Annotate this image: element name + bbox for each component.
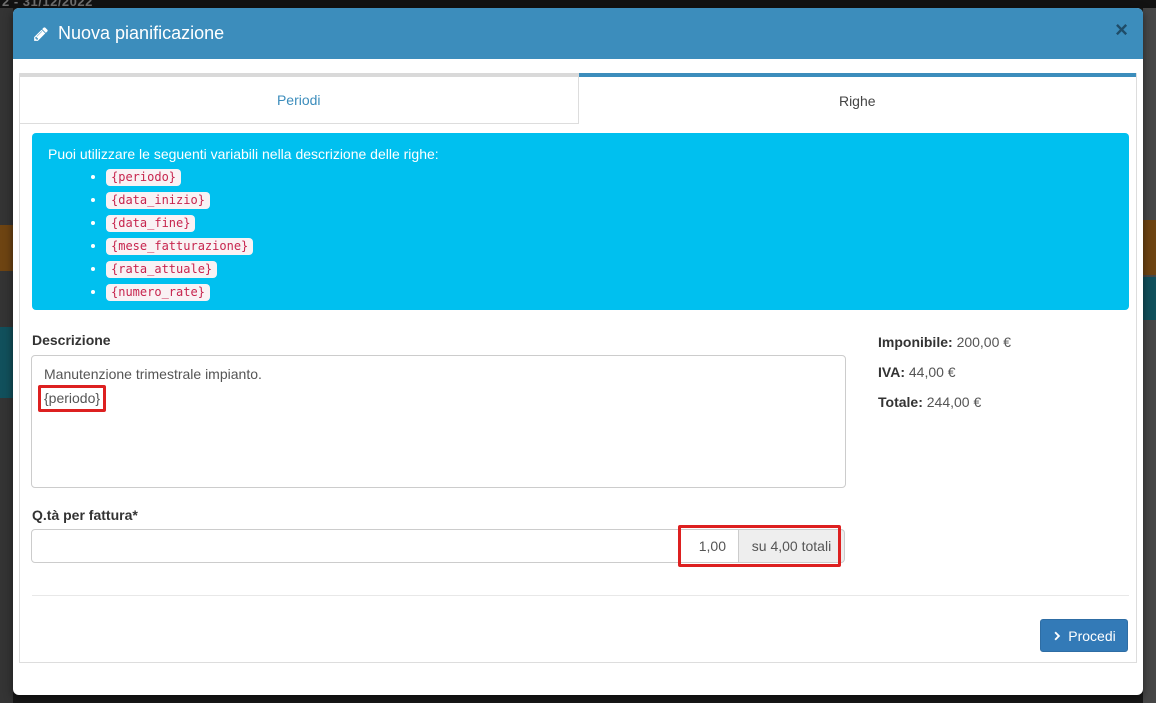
proceed-button-label: Procedi	[1068, 628, 1115, 644]
variable-chip: {mese_fatturazione}	[106, 238, 253, 255]
list-item: {mese_fatturazione}	[106, 237, 1113, 255]
backdrop-fragment	[0, 327, 13, 398]
modal-title-text: Nuova pianificazione	[58, 23, 224, 44]
quantity-label: Q.tà per fattura*	[32, 507, 138, 523]
total-value: 44,00 €	[909, 364, 956, 380]
total-label: Totale	[878, 394, 927, 410]
tab-periodi-label: Periodi	[277, 92, 321, 108]
total-row-iva: IVA44,00 €	[878, 363, 1011, 382]
description-line: Manutenzione trimestrale impianto.	[44, 364, 833, 385]
list-item: {periodo}	[106, 168, 1113, 186]
backdrop-left-strip	[0, 8, 13, 703]
quantity-addon: su 4,00 totali	[739, 529, 845, 563]
backdrop-date-fragment: 2 - 31/12/2022	[2, 0, 93, 8]
description-textarea[interactable]: Manutenzione trimestrale impianto. {peri…	[31, 355, 846, 488]
total-row-imponibile: Imponibile200,00 €	[878, 333, 1011, 352]
quantity-input[interactable]	[31, 529, 739, 563]
backdrop-right-strip	[1143, 8, 1156, 703]
description-variable-token: {periodo}	[44, 390, 100, 406]
variable-chip: {data_inizio}	[106, 192, 210, 209]
quantity-input-group: su 4,00 totali	[31, 529, 845, 563]
variable-chip: {periodo}	[106, 169, 181, 186]
backdrop-fragment	[1143, 220, 1156, 275]
pencil-icon	[33, 26, 49, 42]
info-box-intro: Puoi utilizzare le seguenti variabili ne…	[48, 146, 1113, 162]
chevron-right-icon	[1052, 630, 1062, 642]
tab-righe-label: Righe	[839, 93, 876, 109]
total-label: Imponibile	[878, 334, 957, 350]
tab-bar: Periodi Righe	[20, 73, 1136, 124]
list-item: {numero_rate}	[106, 283, 1113, 301]
modal-header: Nuova pianificazione ×	[13, 8, 1143, 59]
total-row-totale: Totale244,00 €	[878, 393, 1011, 412]
list-item: {rata_attuale}	[106, 260, 1113, 278]
variables-info-box: Puoi utilizzare le seguenti variabili ne…	[32, 133, 1129, 310]
modal-title: Nuova pianificazione	[33, 23, 224, 44]
tab-righe[interactable]: Righe	[579, 73, 1137, 124]
description-label: Descrizione	[32, 332, 111, 348]
close-icon[interactable]: ×	[1115, 19, 1128, 41]
total-label: IVA	[878, 364, 909, 380]
list-item: {data_fine}	[106, 214, 1113, 232]
list-item: {data_inizio}	[106, 191, 1113, 209]
backdrop-fragment	[1143, 277, 1156, 320]
backdrop-fragment	[0, 225, 13, 271]
footer-divider	[32, 595, 1129, 596]
totals-summary: Imponibile200,00 € IVA44,00 € Totale244,…	[878, 333, 1011, 423]
backdrop-top-strip: 2 - 31/12/2022	[0, 0, 1156, 8]
description-line: {periodo}	[44, 385, 833, 412]
variable-chip: {rata_attuale}	[106, 261, 217, 278]
tab-panel: Periodi Righe Puoi utilizzare le seguent…	[19, 73, 1137, 663]
proceed-button[interactable]: Procedi	[1040, 619, 1128, 652]
new-planning-modal: Nuova pianificazione × Periodi Righe Puo…	[13, 8, 1143, 695]
variable-chip: {numero_rate}	[106, 284, 210, 301]
highlight-annotation-periodo: {periodo}	[38, 385, 106, 412]
total-value: 200,00 €	[957, 334, 1012, 350]
tab-periodi[interactable]: Periodi	[20, 73, 579, 124]
variable-chip: {data_fine}	[106, 215, 195, 232]
total-value: 244,00 €	[927, 394, 982, 410]
variables-list: {periodo} {data_inizio} {data_fine} {mes…	[48, 168, 1113, 301]
